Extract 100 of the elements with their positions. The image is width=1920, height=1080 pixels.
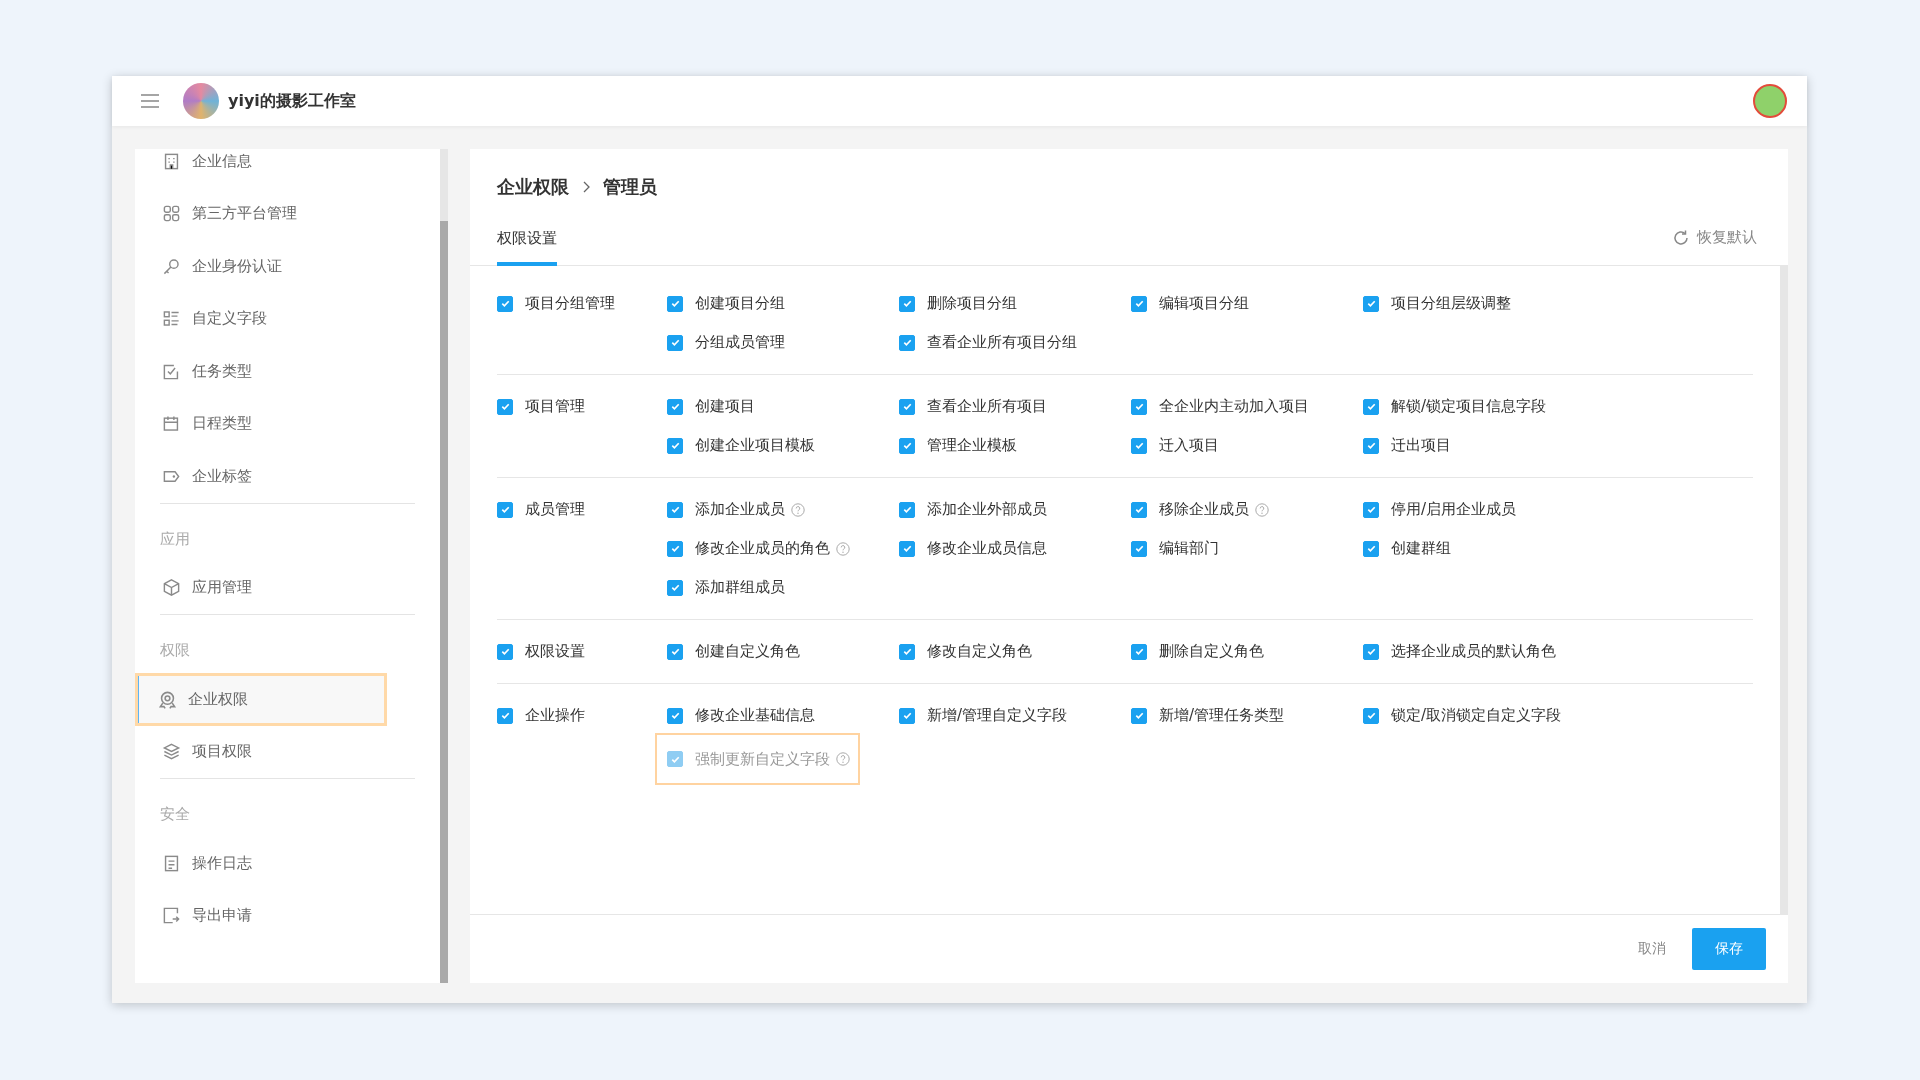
checkbox[interactable]	[667, 707, 683, 724]
sidebar-item[interactable]: 企业权限	[135, 673, 387, 726]
permission-checkbox[interactable]: 创建群组	[1363, 529, 1595, 568]
checkbox[interactable]	[1363, 437, 1379, 454]
sidebar-item[interactable]: 项目权限	[135, 725, 440, 778]
cancel-button[interactable]: 取消	[1632, 939, 1672, 959]
permission-checkbox[interactable]: 成员管理	[497, 490, 667, 529]
sidebar-item[interactable]: 导出申请	[135, 889, 440, 942]
permission-checkbox[interactable]: 新增/管理自定义字段	[899, 696, 1131, 735]
sidebar-item[interactable]: 企业身份认证	[135, 240, 440, 293]
permission-checkbox[interactable]: 添加企业成员	[667, 490, 899, 529]
breadcrumb-item[interactable]: 企业权限	[497, 175, 569, 199]
permission-checkbox[interactable]: 修改企业成员信息	[899, 529, 1131, 568]
user-avatar[interactable]	[1753, 84, 1787, 118]
section-title: 权限	[160, 640, 191, 661]
permission-checkbox[interactable]: 迁出项目	[1363, 426, 1595, 465]
checkbox[interactable]	[899, 501, 915, 518]
checkbox[interactable]	[1131, 540, 1147, 557]
checkbox[interactable]	[1363, 398, 1379, 415]
permission-checkbox[interactable]: 项目分组管理	[497, 284, 667, 323]
permission-checkbox[interactable]: 查看企业所有项目	[899, 387, 1131, 426]
checkbox[interactable]	[899, 295, 915, 312]
checkbox[interactable]	[497, 501, 513, 518]
permission-checkbox[interactable]: 删除项目分组	[899, 284, 1131, 323]
checkbox[interactable]	[1131, 398, 1147, 415]
checkbox[interactable]	[1131, 501, 1147, 518]
checkbox[interactable]	[899, 707, 915, 724]
permission-checkbox[interactable]: 创建项目	[667, 387, 899, 426]
permission-checkbox[interactable]: 查看企业所有项目分组	[899, 323, 1131, 362]
permission-checkbox[interactable]: 添加企业外部成员	[899, 490, 1131, 529]
permission-checkbox[interactable]: 编辑部门	[1131, 529, 1363, 568]
checkbox[interactable]	[1131, 707, 1147, 724]
checkbox[interactable]	[667, 398, 683, 415]
help-icon[interactable]	[791, 502, 805, 517]
scrollbar[interactable]	[440, 149, 448, 983]
check-icon	[669, 543, 681, 554]
permission-checkbox[interactable]: 编辑项目分组	[1131, 284, 1363, 323]
permission-checkbox[interactable]: 停用/启用企业成员	[1363, 490, 1595, 529]
reset-button[interactable]: 恢复默认	[1666, 227, 1763, 265]
permission-checkbox[interactable]: 创建项目分组	[667, 284, 899, 323]
sidebar-item[interactable]: 日程类型	[135, 397, 440, 450]
permission-checkbox[interactable]: 修改企业基础信息	[667, 696, 899, 735]
checkbox[interactable]	[667, 437, 683, 454]
permission-checkbox[interactable]: 移除企业成员	[1131, 490, 1363, 529]
sidebar-item[interactable]: 企业标签	[135, 450, 440, 503]
checkbox[interactable]	[1131, 643, 1147, 660]
permission-checkbox[interactable]: 企业操作	[497, 696, 667, 735]
checkbox[interactable]	[1131, 295, 1147, 312]
tab[interactable]: 权限设置	[497, 228, 557, 266]
help-icon[interactable]	[1255, 502, 1269, 517]
permission-checkbox[interactable]: 创建企业项目模板	[667, 426, 899, 465]
checkbox[interactable]	[667, 643, 683, 660]
checkbox[interactable]	[899, 540, 915, 557]
checkbox[interactable]	[899, 398, 915, 415]
checkbox[interactable]	[1131, 437, 1147, 454]
scrollbar[interactable]	[1780, 266, 1788, 914]
help-icon[interactable]	[836, 541, 850, 556]
permission-checkbox[interactable]: 新增/管理任务类型	[1131, 696, 1363, 735]
checkbox[interactable]	[667, 295, 683, 312]
checkbox[interactable]	[497, 398, 513, 415]
sidebar-item[interactable]: 任务类型	[135, 345, 440, 398]
checkbox[interactable]	[497, 295, 513, 312]
checkbox[interactable]	[899, 437, 915, 454]
menu-icon[interactable]	[140, 93, 160, 109]
permission-checkbox[interactable]: 分组成员管理	[667, 323, 899, 362]
checkbox[interactable]	[1363, 707, 1379, 724]
checkbox[interactable]	[1363, 295, 1379, 312]
checkbox[interactable]	[667, 540, 683, 557]
permission-checkbox[interactable]: 项目分组层级调整	[1363, 284, 1595, 323]
checkbox[interactable]	[497, 643, 513, 660]
permission-checkbox[interactable]: 添加群组成员	[667, 568, 899, 607]
sidebar-item[interactable]: 第三方平台管理	[135, 187, 440, 240]
checkbox[interactable]	[899, 334, 915, 351]
checkbox[interactable]	[667, 501, 683, 518]
permission-checkbox[interactable]: 解锁/锁定项目信息字段	[1363, 387, 1595, 426]
permission-checkbox[interactable]: 选择企业成员的默认角色	[1363, 632, 1595, 671]
permission-checkbox[interactable]: 管理企业模板	[899, 426, 1131, 465]
checkbox[interactable]	[497, 707, 513, 724]
permission-checkbox[interactable]: 修改自定义角色	[899, 632, 1131, 671]
document-icon	[162, 853, 181, 873]
permission-checkbox[interactable]: 迁入项目	[1131, 426, 1363, 465]
checkbox[interactable]	[1363, 501, 1379, 518]
permission-checkbox[interactable]: 删除自定义角色	[1131, 632, 1363, 671]
permission-checkbox[interactable]: 创建自定义角色	[667, 632, 899, 671]
sidebar-item[interactable]: 操作日志	[135, 837, 440, 890]
check-icon	[669, 646, 681, 657]
permission-checkbox[interactable]: 项目管理	[497, 387, 667, 426]
sidebar-item[interactable]: 应用管理	[135, 561, 440, 614]
permission-checkbox: 强制更新自定义字段	[657, 735, 858, 783]
checkbox[interactable]	[1363, 540, 1379, 557]
checkbox[interactable]	[667, 579, 683, 596]
permission-checkbox[interactable]: 全企业内主动加入项目	[1131, 387, 1363, 426]
permission-checkbox[interactable]: 修改企业成员的角色	[667, 529, 899, 568]
checkbox[interactable]	[667, 334, 683, 351]
sidebar-item[interactable]: 自定义字段	[135, 292, 440, 345]
permission-checkbox[interactable]: 权限设置	[497, 632, 667, 671]
checkbox[interactable]	[1363, 643, 1379, 660]
permission-checkbox[interactable]: 锁定/取消锁定自定义字段	[1363, 696, 1595, 735]
sidebar-item[interactable]: 企业信息	[135, 149, 440, 188]
checkbox[interactable]	[899, 643, 915, 660]
